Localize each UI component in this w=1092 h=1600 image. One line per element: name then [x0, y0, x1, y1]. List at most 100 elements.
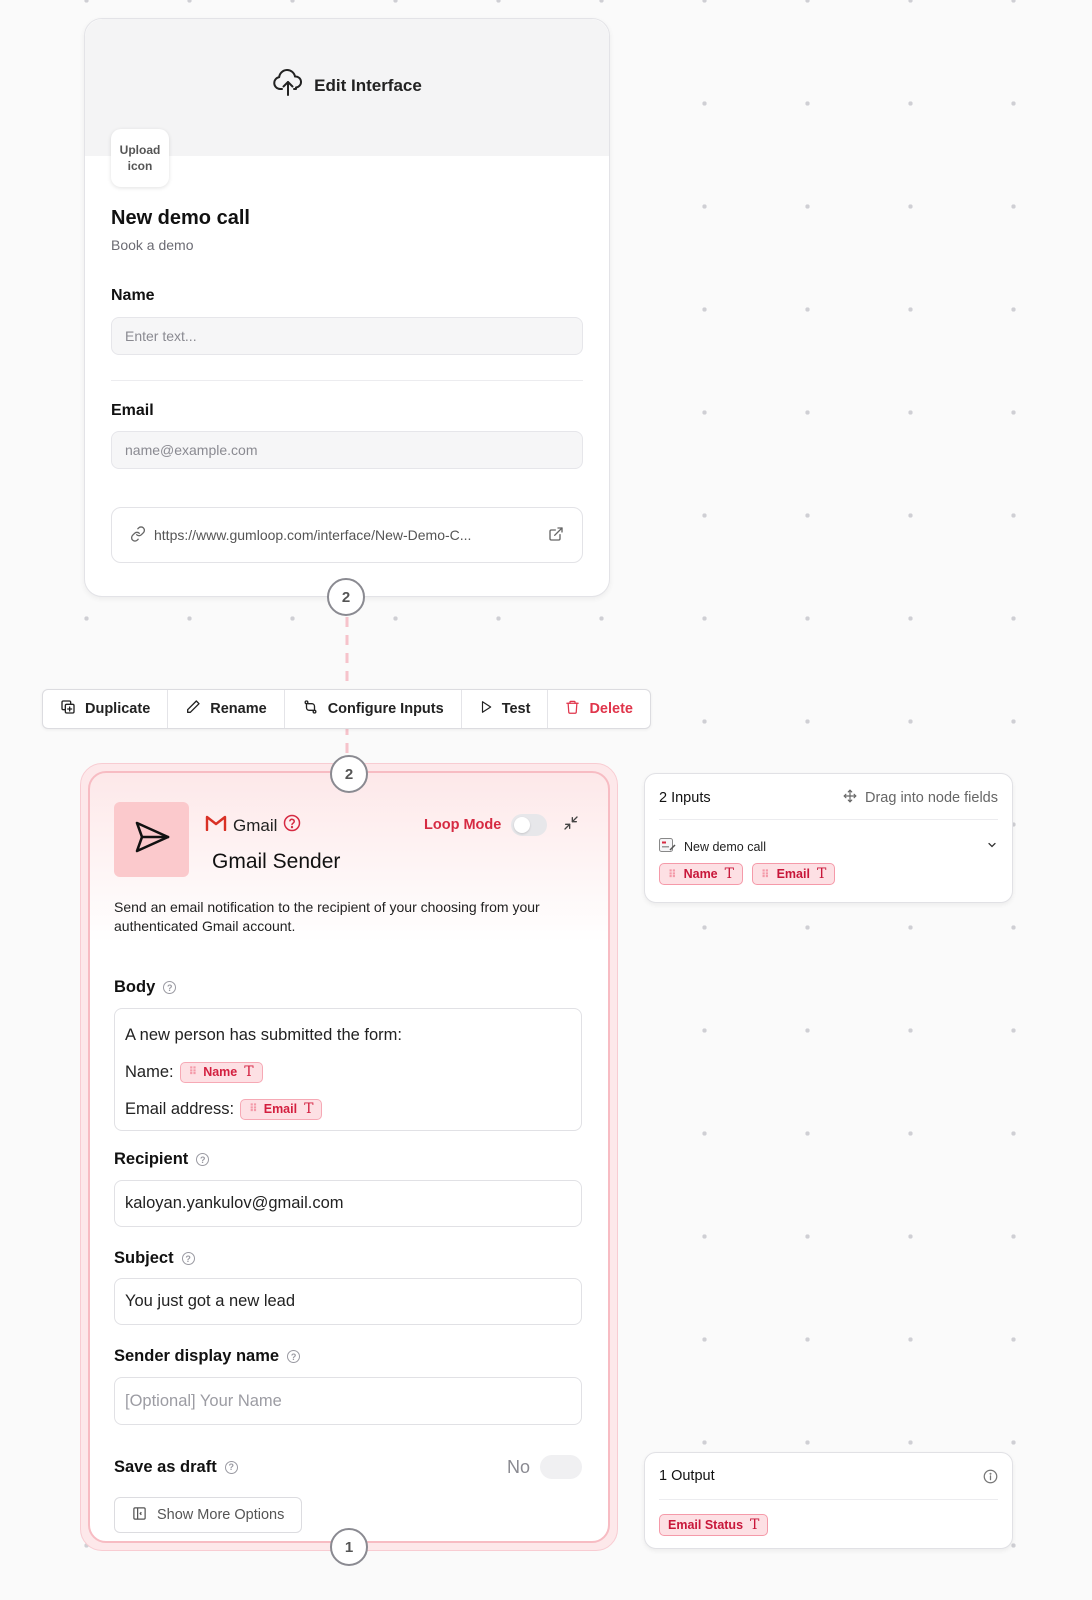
- loop-mode-toggle[interactable]: [511, 814, 548, 836]
- recipient-field-label: Recipient ?: [114, 1150, 210, 1169]
- subject-label-text: Subject: [114, 1249, 174, 1267]
- test-button[interactable]: Test: [462, 690, 549, 728]
- body-label-text: Body: [114, 978, 156, 996]
- configure-icon: [302, 699, 319, 719]
- help-icon[interactable]: ?: [163, 981, 177, 994]
- show-more-options-label: Show More Options: [157, 1507, 285, 1523]
- delete-label: Delete: [589, 701, 633, 717]
- email-field-label: Email: [111, 402, 154, 419]
- recipient-label-text: Recipient: [114, 1150, 189, 1168]
- duplicate-icon: [60, 699, 76, 719]
- test-label: Test: [501, 701, 531, 717]
- cloud-upload-icon: [272, 68, 304, 103]
- external-link-icon[interactable]: [548, 526, 564, 545]
- recipient-input[interactable]: kaloyan.yankulov@gmail.com: [114, 1180, 582, 1227]
- grip-icon: ⠿: [249, 1102, 258, 1115]
- subject-input[interactable]: You just got a new lead: [114, 1278, 582, 1325]
- sender-name-field-label: Sender display name ?: [114, 1347, 301, 1366]
- chip-label: Name: [683, 867, 718, 881]
- interface-title: New demo call: [111, 207, 250, 229]
- help-icon[interactable]: ?: [287, 1350, 301, 1363]
- provider-name: Gmail: [233, 815, 278, 835]
- link-icon: [130, 525, 146, 545]
- email-status-output-chip[interactable]: Email Status T: [659, 1514, 769, 1536]
- duplicate-button[interactable]: Duplicate: [43, 690, 169, 728]
- pencil-icon: [185, 699, 201, 719]
- node-icon-tile: [114, 802, 189, 877]
- node-title[interactable]: Gmail Sender: [212, 850, 340, 874]
- body-editor[interactable]: A new person has submitted the form: Nam…: [114, 1008, 582, 1131]
- interface-subtitle: Book a demo: [111, 237, 194, 253]
- grip-icon: ⠿: [760, 868, 770, 881]
- grip-icon: ⠿: [188, 1065, 198, 1078]
- input-source-row[interactable]: New demo call: [659, 838, 998, 855]
- chip-label: Name: [203, 1064, 238, 1079]
- email-input[interactable]: name@example.com: [111, 431, 583, 469]
- inputs-count: 2 Inputs: [659, 790, 711, 806]
- rename-label: Rename: [210, 701, 267, 717]
- name-input[interactable]: Enter text...: [111, 317, 583, 355]
- body-line-3-prefix: Email address:: [125, 1099, 235, 1118]
- inputs-panel: 2 Inputs Drag into node fields New demo …: [644, 773, 1013, 903]
- help-icon[interactable]: ?: [181, 1252, 195, 1265]
- edit-interface-label: Edit Interface: [314, 75, 422, 95]
- divider: [111, 380, 583, 381]
- loop-mode-label: Loop Mode: [424, 817, 502, 833]
- body-field-label: Body ?: [114, 978, 177, 997]
- draft-label-text: Save as draft: [114, 1457, 217, 1476]
- play-icon: [479, 699, 493, 719]
- text-type-icon: T: [724, 866, 734, 882]
- body-line-2-prefix: Name:: [125, 1062, 174, 1081]
- text-type-icon: T: [816, 866, 827, 882]
- configure-inputs-button[interactable]: Configure Inputs: [285, 690, 462, 728]
- move-icon: [843, 789, 857, 807]
- input-count-badge[interactable]: 2: [330, 755, 368, 793]
- email-variable-chip[interactable]: ⠿ Email T: [240, 1098, 323, 1120]
- chevron-down-icon[interactable]: [986, 839, 998, 854]
- body-line-1: A new person has submitted the form:: [125, 1025, 402, 1044]
- provider-row: Gmail: [205, 814, 301, 837]
- save-as-draft-label: Save as draft ?: [114, 1458, 238, 1477]
- node-toolbar: Duplicate Rename Configure Inputs Test D…: [42, 689, 651, 729]
- sender-name-input[interactable]: [Optional] Your Name: [114, 1377, 582, 1425]
- outputs-panel-header: 1 Output: [659, 1468, 998, 1484]
- divider: [659, 819, 998, 820]
- outputs-count: 1 Output: [659, 1468, 715, 1484]
- node-step-badge[interactable]: 1: [330, 1528, 368, 1566]
- email-input-chip[interactable]: ⠿ Email T: [751, 863, 836, 885]
- help-icon[interactable]: ?: [224, 1460, 238, 1474]
- name-input-chip[interactable]: ⠿ Name T: [659, 863, 743, 885]
- input-source-name: New demo call: [684, 839, 766, 854]
- inputs-panel-header: 2 Inputs Drag into node fields: [659, 789, 998, 807]
- delete-button[interactable]: Delete: [548, 690, 650, 728]
- text-type-icon: T: [304, 1101, 314, 1117]
- upload-icon-button[interactable]: Upload icon: [111, 129, 169, 187]
- send-icon: [132, 818, 172, 861]
- chip-label: Email: [263, 1101, 298, 1116]
- info-icon[interactable]: [983, 1469, 998, 1484]
- trash-icon: [565, 699, 580, 719]
- save-as-draft-toggle[interactable]: [540, 1455, 582, 1479]
- sender-name-label-text: Sender display name: [114, 1347, 280, 1365]
- divider: [659, 1499, 998, 1500]
- text-type-icon: T: [244, 1064, 254, 1080]
- help-icon[interactable]: ?: [196, 1153, 210, 1166]
- name-field-label: Name: [111, 287, 155, 304]
- duplicate-label: Duplicate: [85, 701, 151, 717]
- rename-button[interactable]: Rename: [168, 690, 285, 728]
- interface-url-field[interactable]: https://www.gumloop.com/interface/New-De…: [111, 507, 583, 563]
- subject-field-label: Subject ?: [114, 1249, 195, 1268]
- loop-mode-control: Loop Mode: [424, 814, 579, 836]
- help-circle-icon[interactable]: [283, 814, 301, 837]
- name-variable-chip[interactable]: ⠿ Name T: [179, 1061, 263, 1083]
- chip-label: Email: [776, 867, 810, 881]
- input-chips: ⠿ Name T ⠿ Email T: [659, 863, 836, 885]
- collapse-icon[interactable]: [563, 815, 579, 835]
- output-count-badge[interactable]: 2: [327, 578, 365, 616]
- configure-inputs-label: Configure Inputs: [327, 701, 444, 717]
- draft-control: No: [507, 1455, 582, 1479]
- output-chips: Email Status T: [659, 1514, 769, 1536]
- chip-label: Email Status: [668, 1518, 744, 1532]
- show-more-options-button[interactable]: Show More Options: [114, 1497, 303, 1533]
- interface-url: https://www.gumloop.com/interface/New-De…: [154, 527, 472, 543]
